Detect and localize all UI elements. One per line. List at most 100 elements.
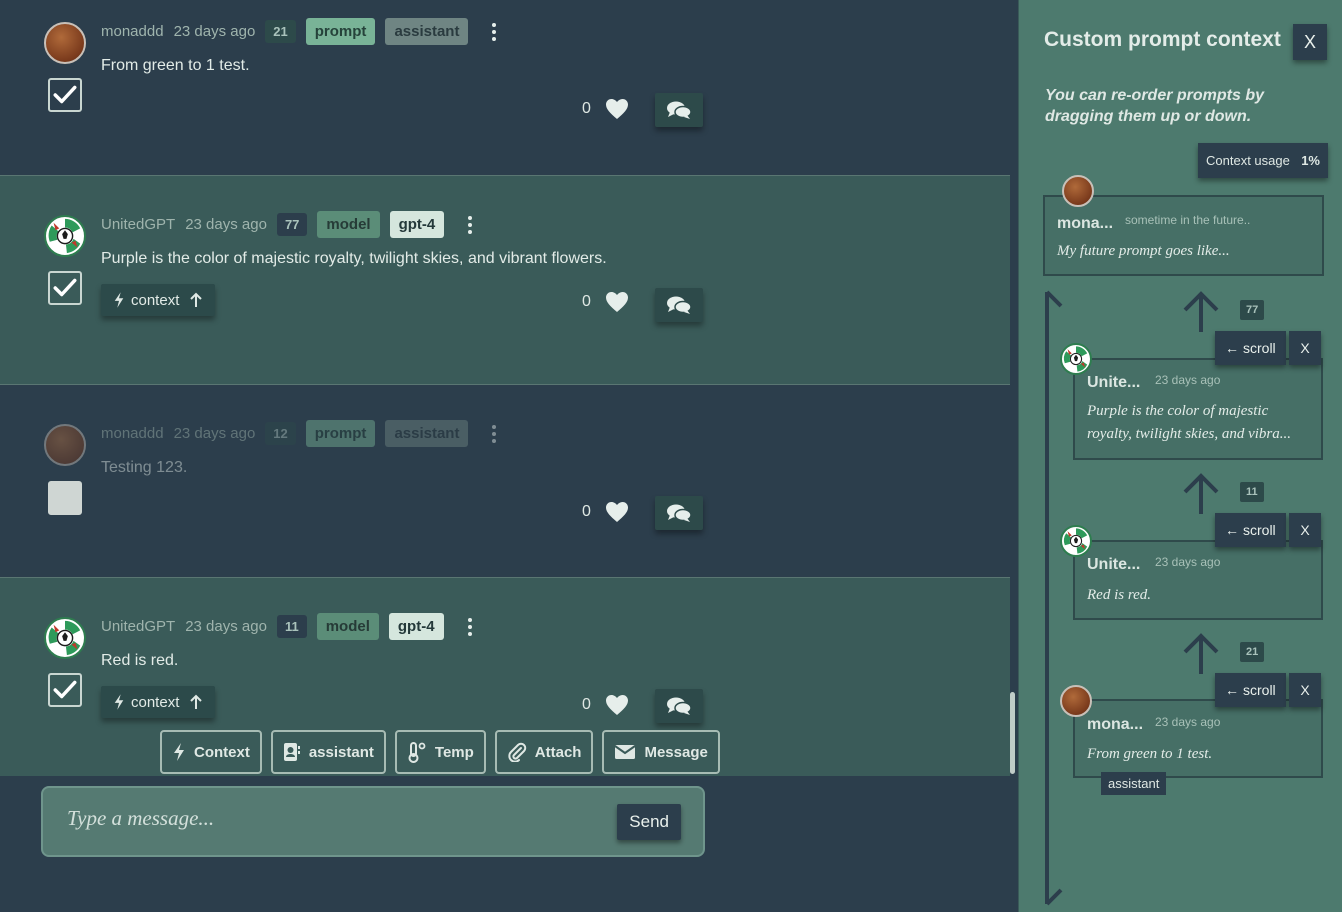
like-count: 0 bbox=[582, 293, 591, 310]
model-name-tag: gpt-4 bbox=[388, 613, 444, 640]
avatar[interactable] bbox=[44, 215, 86, 257]
card-time: sometime in the future.. bbox=[1125, 213, 1251, 227]
context-card[interactable]: Unite... 23 days ago Purple is the color… bbox=[1073, 358, 1323, 460]
attach-tool-button[interactable]: Attach bbox=[494, 730, 594, 774]
remove-context-button[interactable]: X bbox=[1289, 331, 1321, 365]
like-count: 0 bbox=[582, 696, 591, 713]
context-button[interactable]: context bbox=[101, 284, 216, 316]
avatar[interactable] bbox=[44, 22, 86, 64]
context-tool-button[interactable]: Context bbox=[160, 730, 262, 774]
scroll-to-button[interactable]: ← scroll bbox=[1215, 513, 1286, 547]
message-text: Red is red. bbox=[101, 652, 179, 669]
message-input[interactable] bbox=[67, 806, 587, 831]
scrollbar-thumb[interactable] bbox=[1010, 692, 1015, 774]
kebab-icon[interactable] bbox=[467, 617, 474, 636]
like-group: 0 bbox=[582, 98, 629, 120]
scroll-to-button[interactable]: ← scroll bbox=[1215, 331, 1286, 365]
comment-icon bbox=[666, 100, 692, 120]
avatar[interactable] bbox=[44, 424, 86, 466]
assistant-tag: assistant bbox=[385, 420, 469, 447]
kebab-icon[interactable] bbox=[492, 22, 498, 41]
context-label: context bbox=[131, 693, 180, 711]
scroll-label: scroll bbox=[1243, 682, 1276, 698]
bolt-icon bbox=[172, 743, 186, 761]
username[interactable]: monaddd bbox=[101, 425, 164, 442]
message-checkbox[interactable] bbox=[48, 271, 82, 305]
composer-toolbar: Context assistant Temp Attach Message bbox=[160, 730, 720, 774]
kebab-icon[interactable] bbox=[468, 215, 474, 234]
comment-icon bbox=[666, 295, 692, 315]
heart-icon[interactable] bbox=[605, 98, 629, 120]
send-button[interactable]: Send bbox=[617, 804, 681, 840]
context-id-badge: 21 bbox=[1240, 642, 1265, 662]
like-group: 0 bbox=[582, 291, 629, 313]
message-tool-button[interactable]: Message bbox=[602, 730, 720, 774]
message-meta: monaddd 23 days ago 21 prompt assistant bbox=[101, 18, 498, 45]
message-id-badge: 11 bbox=[276, 615, 307, 638]
avatar[interactable] bbox=[44, 617, 86, 659]
bolt-icon bbox=[113, 694, 125, 710]
username[interactable]: monaddd bbox=[101, 23, 164, 40]
like-group: 0 bbox=[582, 694, 629, 716]
panel-close-button[interactable]: X bbox=[1293, 24, 1327, 60]
message-item: monaddd 23 days ago 12 prompt assistant … bbox=[0, 385, 1010, 577]
context-button[interactable]: context bbox=[101, 686, 216, 718]
message-id-badge: 12 bbox=[265, 422, 296, 445]
arrow-up-icon bbox=[189, 292, 203, 308]
bracket-bottom-icon bbox=[1045, 888, 1063, 906]
timestamp: 23 days ago bbox=[185, 216, 267, 233]
comment-button[interactable] bbox=[655, 288, 703, 322]
heart-icon[interactable] bbox=[605, 291, 629, 313]
card-author: Unite... bbox=[1087, 374, 1141, 391]
card-author: mona... bbox=[1057, 215, 1114, 232]
temp-tool-button[interactable]: Temp bbox=[394, 730, 486, 774]
message-item: UnitedGPT 23 days ago 77 model gpt-4 Pur… bbox=[0, 176, 1010, 384]
username[interactable]: UnitedGPT bbox=[101, 618, 175, 635]
context-label: context bbox=[131, 291, 180, 309]
card-text: Red is red. bbox=[1087, 587, 1152, 603]
model-tag: model bbox=[316, 613, 379, 640]
timestamp: 23 days ago bbox=[173, 425, 256, 442]
future-prompt-card[interactable]: mona... sometime in the future.. My futu… bbox=[1043, 195, 1324, 276]
bolt-icon bbox=[113, 292, 125, 308]
scrollbar-track[interactable] bbox=[1010, 0, 1018, 912]
context-card[interactable]: Unite... 23 days ago Red is red. bbox=[1073, 540, 1323, 620]
message-checkbox[interactable] bbox=[48, 78, 82, 112]
assistant-tool-button[interactable]: assistant bbox=[270, 730, 386, 774]
assistant-tag: assistant bbox=[385, 18, 469, 45]
remove-context-button[interactable]: X bbox=[1289, 513, 1321, 547]
heart-icon[interactable] bbox=[605, 694, 629, 716]
scroll-label: scroll bbox=[1243, 340, 1276, 356]
context-card[interactable]: mona... 23 days ago From green to 1 test… bbox=[1073, 699, 1323, 778]
message-checkbox[interactable] bbox=[48, 673, 82, 707]
assistant-tool-label: assistant bbox=[308, 743, 374, 761]
context-id-badge: 77 bbox=[1240, 300, 1265, 320]
role-tag: prompt bbox=[305, 420, 376, 447]
context-bracket bbox=[1045, 292, 1051, 904]
check-icon bbox=[52, 82, 78, 108]
comment-icon bbox=[666, 696, 692, 716]
panel-hint: You can re-order prompts by dragging the… bbox=[1045, 87, 1264, 125]
arrow-left-icon: ← bbox=[1225, 522, 1239, 538]
comment-icon bbox=[666, 503, 692, 523]
comment-button[interactable] bbox=[655, 689, 703, 723]
message-text: Purple is the color of majestic royalty,… bbox=[101, 250, 607, 267]
card-text: My future prompt goes like... bbox=[1057, 243, 1230, 259]
comment-button[interactable] bbox=[655, 93, 703, 127]
username[interactable]: UnitedGPT bbox=[101, 216, 175, 233]
arrow-up-icon bbox=[189, 694, 203, 710]
thermometer-icon bbox=[408, 742, 426, 763]
reorder-arrow-icon bbox=[1181, 472, 1221, 516]
message-tool-label: Message bbox=[644, 743, 708, 761]
remove-context-button[interactable]: X bbox=[1289, 673, 1321, 707]
scroll-to-button[interactable]: ← scroll bbox=[1215, 673, 1286, 707]
reorder-arrow-icon bbox=[1181, 632, 1221, 676]
comment-button[interactable] bbox=[655, 496, 703, 530]
card-time: 23 days ago bbox=[1155, 715, 1221, 729]
message-checkbox[interactable] bbox=[48, 481, 82, 515]
message-text: From green to 1 test. bbox=[101, 57, 250, 74]
heart-icon[interactable] bbox=[605, 501, 629, 523]
kebab-icon[interactable] bbox=[492, 424, 498, 443]
attach-tool-label: Attach bbox=[534, 743, 582, 761]
message-composer: Send bbox=[41, 786, 705, 857]
